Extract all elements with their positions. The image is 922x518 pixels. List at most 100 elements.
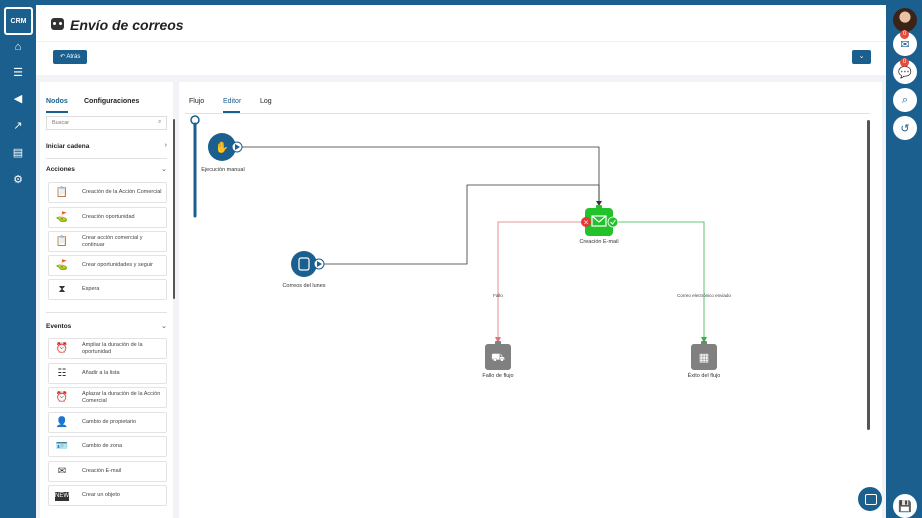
node-item-label: Crear oportunidades y seguir (82, 262, 153, 269)
search-icon: ⌕ (158, 119, 162, 125)
panel-scrollbar[interactable] (173, 119, 175, 299)
node-monday-circle[interactable] (291, 251, 317, 277)
node-item-oportunidad[interactable]: ⛳ Creación oportunidad (48, 207, 167, 228)
actions-title: Acciones (46, 166, 75, 173)
flow-editor: Flujo Editor Log ✋ × ⛟ ▦ Ejecución manua… (179, 82, 882, 518)
node-input-port[interactable] (701, 341, 707, 345)
mail-badge: 0 (900, 30, 909, 39)
clipboard-check-icon: 📋 (55, 236, 69, 247)
edge-sent-label: Correo electrónico enviado (677, 293, 731, 298)
app-logo[interactable]: CRM (4, 7, 33, 35)
chat-help-button[interactable] (858, 487, 882, 511)
history-icon[interactable]: ↺ (893, 116, 917, 140)
node-input-port[interactable] (596, 205, 602, 209)
document-icon[interactable]: ▤ (10, 145, 26, 161)
node-item-accion-continuar[interactable]: 📋 Crear acción comercial y continuar (48, 231, 167, 252)
chat-badge: 0 (900, 58, 909, 67)
chart-icon[interactable]: ↗ (10, 118, 26, 134)
node-item-oportunidades-seguir[interactable]: ⛳ Crear oportunidades y seguir (48, 255, 167, 276)
list-icon: ☷ (57, 368, 67, 379)
target-icon: ⛳ (55, 260, 69, 271)
clipboard-check-icon: 📋 (55, 187, 69, 198)
hand-icon: ✋ (215, 141, 229, 154)
search-icon[interactable]: ⌕ (893, 88, 917, 112)
node-item-anadir-lista[interactable]: ☷ Añadir a la lista (48, 363, 167, 384)
tab-nodos[interactable]: Nodos (46, 98, 68, 105)
chevron-down-icon: ⌄ (161, 166, 167, 173)
flow-canvas[interactable]: ✋ × ⛟ ▦ (179, 82, 882, 518)
node-item-label: Crear acción comercial y continuar (82, 235, 143, 248)
back-button-label: Atrás (66, 54, 81, 60)
logo-text: CRM (10, 17, 27, 25)
edge-fail-label: Fallo (493, 293, 503, 298)
page-title: Envío de correos (70, 17, 184, 33)
save-icon[interactable]: 💾 (893, 494, 917, 518)
back-button[interactable]: ↶ Atrás (53, 50, 88, 64)
divider (46, 312, 167, 313)
node-item-label: Crear un objeto (82, 492, 120, 499)
node-item-label: Cambio de propietario (82, 419, 137, 426)
avatar[interactable] (893, 8, 917, 32)
events-title: Eventos (46, 323, 72, 330)
tab-configuraciones[interactable]: Configuraciones (84, 98, 139, 105)
robot-icon (51, 18, 64, 30)
right-rail: ✉ 0 💬 0 ⌕ ↺ 💾 (886, 0, 922, 518)
node-monday-label: Correos del lunes (282, 283, 326, 289)
actions-section[interactable]: Acciones ⌄ (46, 166, 167, 173)
node-input-port[interactable] (495, 341, 501, 345)
start-chain-label: Iniciar cadena (46, 143, 90, 150)
events-section[interactable]: Eventos ⌄ (46, 323, 167, 330)
chevron-down-icon[interactable]: ⌄ (852, 50, 871, 64)
node-item-label: Aplazar la duración de la Acción Comerci… (82, 391, 161, 404)
node-search-input[interactable] (46, 116, 167, 130)
main-content: Envío de correos ↶ Atrás ⌄ Nodos Configu… (36, 5, 886, 518)
node-item-label: Creación de la Acción Comercial (82, 189, 162, 196)
home-icon[interactable]: ⌂ (10, 39, 26, 55)
node-email-label: Creación E-mail (579, 239, 619, 245)
node-item-label: Añadir a la lista (82, 370, 120, 377)
chevron-down-icon: ⌄ (161, 323, 167, 330)
node-item-ampliar-duracion[interactable]: ⏰ Ampliar la duración de la oportunidad (48, 338, 167, 359)
node-item-aplazar-duracion[interactable]: ⏰ Aplazar la duración de la Acción Comerc… (48, 387, 167, 408)
node-item-label: Cambio de zona (82, 443, 123, 450)
title-bar: Envío de correos (36, 5, 886, 41)
hourglass-icon: ⧗ (58, 284, 66, 295)
node-item-crear-objeto[interactable]: NEW Crear un objeto (48, 485, 167, 506)
node-item-accion-comercial[interactable]: 📋 Creación de la Acción Comercial (48, 182, 167, 203)
start-chain-section[interactable]: Iniciar cadena › (46, 142, 167, 150)
node-item-label: Espera (82, 286, 100, 293)
editor-scrollbar[interactable] (867, 120, 870, 430)
gear-icon[interactable]: ⚙ (10, 172, 26, 188)
node-item-creacion-email[interactable]: ✉ Creación E-mail (48, 461, 167, 482)
envelope-icon: ✉ (57, 466, 67, 477)
node-item-label: Creación E-mail (82, 468, 122, 475)
edge-monday-to-email (324, 184, 600, 265)
new-badge-icon: NEW (55, 492, 69, 501)
alarm-plus-icon: ⏰ (55, 392, 69, 403)
x-icon: × (583, 219, 589, 227)
node-item-label: Creación oportunidad (82, 214, 135, 221)
chevron-right-icon: › (164, 142, 167, 149)
target-icon: ⛳ (55, 212, 69, 223)
alarm-plus-icon: ⏰ (55, 343, 69, 354)
node-item-espera[interactable]: ⧗ Espera (48, 279, 167, 300)
divider (46, 158, 167, 159)
node-item-label: Ampliar la duración de la oportunidad (82, 342, 143, 355)
node-success-label: Éxito del flujo (687, 373, 721, 379)
left-nav: CRM ⌂ ☰ ◀ ↗ ▤ ⚙ (0, 0, 36, 518)
tab-underline (46, 111, 68, 113)
node-item-cambio-zona[interactable]: 🪪 Cambio de zona (48, 436, 167, 457)
megaphone-icon[interactable]: ◀ (10, 91, 26, 107)
finish-flag-icon: ▦ (699, 351, 709, 364)
user-icon: 👤 (55, 417, 69, 428)
nodes-panel: Nodos Configuraciones ⌕ Iniciar cadena› … (40, 82, 175, 518)
action-bar: ↶ Atrás ⌄ (36, 42, 886, 75)
ambulance-icon: ⛟ (491, 351, 505, 364)
node-item-cambio-propietario[interactable]: 👤 Cambio de propietario (48, 412, 167, 433)
node-fail-label: Fallo de flujo (482, 373, 514, 379)
edge-manual-to-email (242, 146, 600, 202)
app-window: CRM ⌂ ☰ ◀ ↗ ▤ ⚙ Envío de correos ↶ Atrás… (0, 0, 922, 518)
list-icon[interactable]: ☰ (10, 65, 26, 81)
success-port-icon[interactable] (607, 216, 619, 228)
id-card-icon: 🪪 (55, 441, 69, 452)
